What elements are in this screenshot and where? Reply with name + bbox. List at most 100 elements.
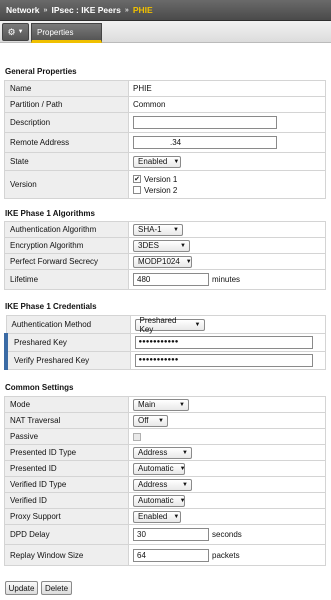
encryption-algorithm-label: Encryption Algorithm [4,237,129,254]
chevron-down-icon: ▼ [179,465,186,472]
dpd-delay-input[interactable]: 30 [133,528,209,541]
tab-bar: ⚙ ▼ Properties [0,21,331,43]
row-verified-id: Verified ID Automatic ▼ [4,492,326,509]
replay-window-size-input[interactable]: 64 [133,548,209,562]
proxy-support-label: Proxy Support [4,508,129,525]
lifetime-input[interactable]: 480 [133,273,209,286]
row-auth-method: Authentication Method Preshared Key ▼ [5,315,326,334]
verified-id-type-value: Address [138,480,168,489]
row-lifetime: Lifetime 480 minutes [4,269,326,290]
tab-properties[interactable]: Properties [31,23,102,43]
encryption-algorithm-select[interactable]: 3DES ▼ [133,239,190,252]
chevron-down-icon: ▼ [173,513,180,520]
description-input[interactable] [133,116,277,129]
pfs-label: Perfect Forward Secrecy [4,253,129,270]
preshared-key-input[interactable]: ●●●●●●●●●●● [134,336,313,349]
row-presented-id-type: Presented ID Type Address ▼ [4,444,326,461]
presented-id-select[interactable]: Automatic ▼ [133,462,186,475]
row-pfs: Perfect Forward Secrecy MODP1024 ▼ [4,253,326,270]
checkmark-icon: ✔ [134,176,140,183]
row-replay-window-size: Replay Window Size 64 packets [4,544,326,566]
state-select[interactable]: Enabled ▼ [133,155,181,168]
description-label: Description [4,112,129,133]
replay-window-size-unit: packets [212,550,240,560]
phase1-credentials-table: Authentication Method Preshared Key ▼ Pre… [4,315,326,370]
breadcrumb-ike-peers[interactable]: IPsec : IKE Peers [51,5,120,15]
verify-preshared-key-label: Verify Preshared Key [4,351,131,370]
verified-id-select[interactable]: Automatic ▼ [133,494,186,507]
verified-id-type-label: Verified ID Type [4,476,129,493]
auth-method-label: Authentication Method [5,315,131,334]
auth-algorithm-select[interactable]: SHA-1 ▼ [133,223,183,236]
breadcrumb: Network » IPsec : IKE Peers » PHIE [0,0,331,21]
auth-algorithm-label: Authentication Algorithm [4,221,129,238]
dpd-delay-unit: seconds [212,530,242,539]
mode-select[interactable]: Main ▼ [133,398,189,411]
double-chevron-right-icon: » [124,6,129,14]
row-dpd-delay: DPD Delay 30 seconds [4,524,326,545]
preshared-key-label: Preshared Key [4,333,131,352]
remote-address-input[interactable]: .34 [133,136,277,149]
partition-label: Partition / Path [4,96,129,113]
chevron-down-icon: ▼ [179,401,185,408]
nat-traversal-label: NAT Traversal [4,412,129,429]
section-title-common-settings: Common Settings [5,383,74,392]
row-description: Description [4,112,326,133]
verified-id-label: Verified ID [4,492,129,509]
verify-preshared-key-input[interactable]: ●●●●●●●●●●● [134,354,313,367]
state-select-value: Enabled [138,157,168,166]
row-verify-preshared-key: Verify Preshared Key ●●●●●●●●●●● [4,351,326,370]
encryption-algorithm-value: 3DES [138,241,159,250]
verified-id-type-select[interactable]: Address ▼ [133,478,192,491]
verified-id-value: Automatic [138,496,174,505]
section-title-phase1-credentials: IKE Phase 1 Credentials [5,302,97,311]
presented-id-type-select[interactable]: Address ▼ [133,446,192,459]
row-proxy-support: Proxy Support Enabled ▼ [4,508,326,525]
chevron-down-icon: ▼ [182,449,188,456]
version2-label: Version 2 [144,185,178,195]
passive-label: Passive [4,428,129,445]
row-encryption-algorithm: Encryption Algorithm 3DES ▼ [4,237,326,254]
delete-button[interactable]: Delete [41,581,72,595]
proxy-support-select[interactable]: Enabled ▼ [133,510,181,523]
pfs-value: MODP1024 [138,257,180,266]
auth-method-select[interactable]: Preshared Key ▼ [134,315,205,334]
phase1-algorithms-table: Authentication Algorithm SHA-1 ▼ Encrypti… [4,221,326,290]
chevron-down-icon: ▼ [182,481,188,488]
row-auth-algorithm: Authentication Algorithm SHA-1 ▼ [4,221,326,238]
passive-checkbox[interactable] [133,432,141,441]
remote-address-label: Remote Address [4,132,129,153]
section-title-general: General Properties [5,67,77,76]
version-label: Version [4,170,129,199]
nat-traversal-select[interactable]: Off ▼ [133,414,168,427]
name-label: Name [4,80,129,97]
chevron-down-icon: ▼ [185,258,192,265]
lifetime-label: Lifetime [4,269,129,290]
version1-label: Version 1 [144,174,178,184]
update-button[interactable]: Update [5,581,38,595]
replay-window-size-label: Replay Window Size [4,544,129,566]
row-partition: Partition / Path Common [4,96,326,113]
auth-algorithm-value: SHA-1 [138,225,162,234]
nat-traversal-value: Off [138,416,149,425]
chevron-down-icon: ▼ [173,226,179,233]
row-passive: Passive [4,428,326,445]
row-mode: Mode Main ▼ [4,396,326,413]
settings-menu-button[interactable]: ⚙ ▼ [2,23,29,41]
gear-icon: ⚙ [7,26,16,37]
breadcrumb-network[interactable]: Network [6,5,40,15]
state-label: State [4,152,129,171]
presented-id-type-label: Presented ID Type [4,444,129,461]
row-name: Name PHIE [4,80,326,97]
mode-label: Mode [4,396,129,413]
presented-id-type-value: Address [138,448,168,457]
row-presented-id: Presented ID Automatic ▼ [4,460,326,477]
auth-method-value: Preshared Key [139,315,177,334]
pfs-select[interactable]: MODP1024 ▼ [133,255,192,268]
double-chevron-right-icon: » [43,6,48,14]
presented-id-value: Automatic [138,464,174,473]
section-title-phase1-algorithms: IKE Phase 1 Algorithms [5,209,95,218]
version1-checkbox[interactable]: ✔ [133,175,141,183]
row-verified-id-type: Verified ID Type Address ▼ [4,476,326,493]
version2-checkbox[interactable] [133,186,141,194]
